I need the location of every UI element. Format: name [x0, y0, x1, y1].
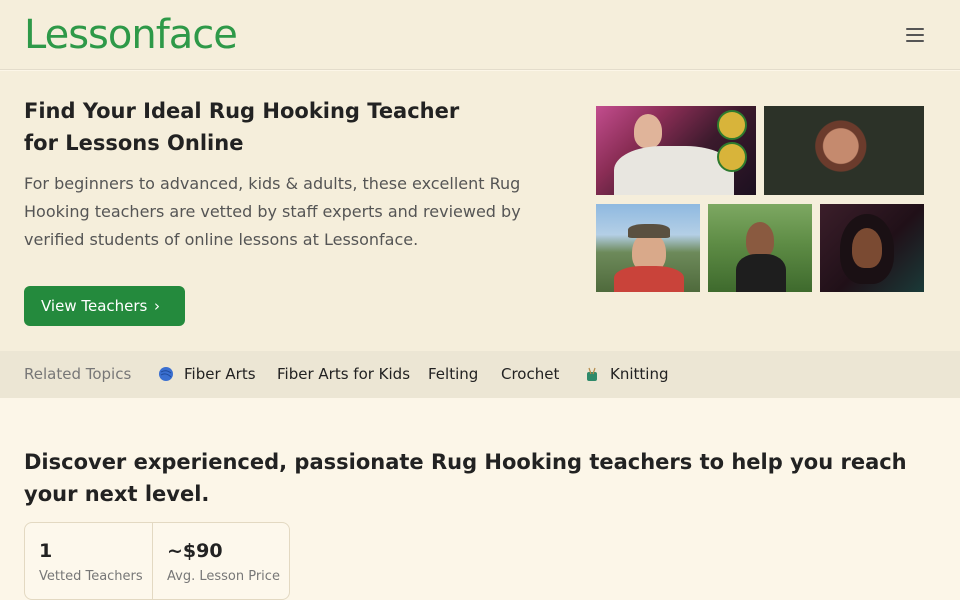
- topic-fiber-arts[interactable]: Fiber Arts: [184, 365, 256, 383]
- teacher-face: [852, 228, 882, 268]
- teacher-face: [634, 114, 662, 148]
- topic-knitting[interactable]: Knitting: [610, 365, 668, 383]
- teacher-photo[interactable]: [820, 204, 924, 292]
- chevron-right-icon: ›: [154, 297, 160, 315]
- hamburger-menu-icon[interactable]: [904, 26, 926, 44]
- view-teachers-label: View Teachers: [41, 297, 148, 315]
- knitting-icon: [587, 367, 597, 381]
- award-badge-icon: [717, 110, 747, 140]
- teacher-photo[interactable]: [596, 106, 756, 195]
- stat-vetted-teachers: 1 Vetted Teachers: [25, 523, 153, 600]
- related-topics-bar: Related Topics Fiber Arts Fiber Arts for…: [0, 351, 960, 398]
- teacher-face: [746, 222, 774, 258]
- teacher-photo[interactable]: [596, 204, 700, 292]
- page-title: Find Your Ideal Rug Hooking Teacher for …: [24, 99, 460, 155]
- discover-heading: Discover experienced, passionate Rug Hoo…: [24, 450, 907, 506]
- view-teachers-button[interactable]: View Teachers ›: [24, 286, 185, 326]
- site-header: Lessonface: [0, 0, 960, 70]
- stat-avg-lesson-price: ~$90 Avg. Lesson Price: [153, 523, 289, 600]
- related-topics-label: Related Topics: [24, 365, 132, 383]
- stat-caption: Avg. Lesson Price: [167, 569, 280, 584]
- topic-felting[interactable]: Felting: [428, 365, 478, 383]
- stat-value: ~$90: [167, 540, 223, 562]
- teacher-body: [614, 266, 684, 292]
- hero-section: Find Your Ideal Rug Hooking Teacher for …: [0, 71, 960, 351]
- teacher-body: [614, 146, 734, 195]
- award-badge-icon: [717, 142, 747, 172]
- lessonface-logo[interactable]: Lessonface: [24, 12, 238, 58]
- teacher-body: [736, 254, 786, 292]
- teacher-hat: [628, 224, 670, 238]
- teacher-photo[interactable]: [708, 204, 812, 292]
- stat-value: 1: [39, 540, 53, 562]
- stats-card: 1 Vetted Teachers ~$90 Avg. Lesson Price: [24, 522, 290, 600]
- yarn-ball-icon: [159, 367, 173, 381]
- topic-crochet[interactable]: Crochet: [501, 365, 559, 383]
- hero-description: For beginners to advanced, kids & adults…: [24, 174, 521, 249]
- stat-caption: Vetted Teachers: [39, 569, 143, 584]
- topic-fiber-arts-for-kids[interactable]: Fiber Arts for Kids: [277, 365, 410, 383]
- teacher-photo[interactable]: [764, 106, 924, 195]
